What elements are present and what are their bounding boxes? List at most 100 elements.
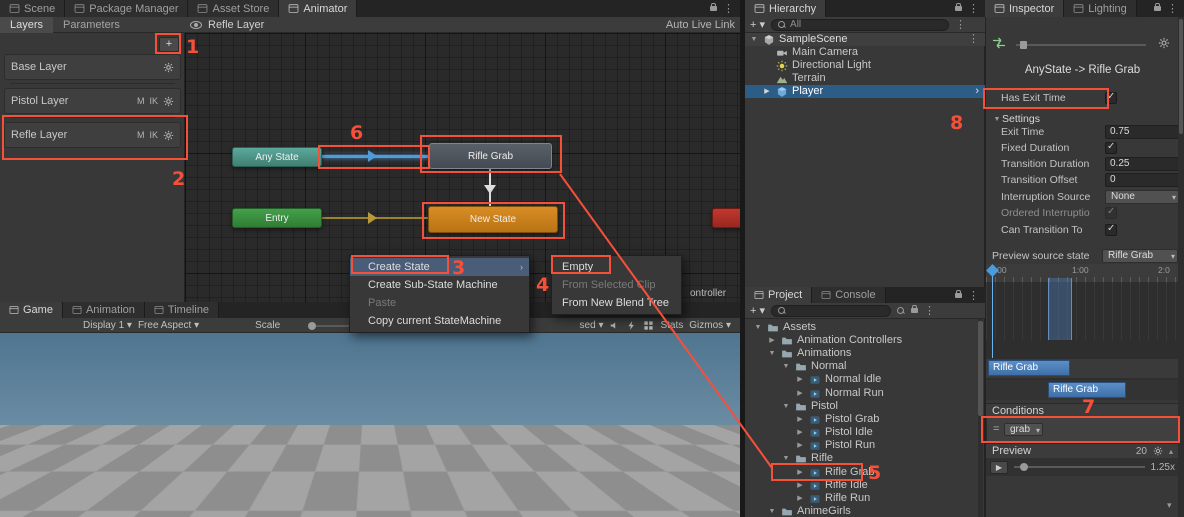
fixed-duration-checkbox[interactable] xyxy=(1105,142,1117,154)
play-focused-dropdown[interactable]: sed ▾ xyxy=(580,320,604,331)
lock-icon[interactable] xyxy=(955,6,962,11)
inspector-scrollbar[interactable] xyxy=(1178,17,1184,517)
lock-icon[interactable] xyxy=(1154,6,1161,11)
inspector-scrollbar-thumb[interactable] xyxy=(1179,19,1183,134)
preview-source-dropdown[interactable]: Rifle Grab xyxy=(1102,249,1178,263)
project-item-animations[interactable]: ▼Animations xyxy=(767,347,851,360)
gear-icon[interactable] xyxy=(163,130,174,141)
transition-duration-field[interactable]: 0.25 xyxy=(1105,157,1179,171)
grid-icon[interactable] xyxy=(643,320,654,331)
aspect-dropdown[interactable]: Free Aspect ▾ xyxy=(138,320,199,331)
hierarchy-item-terrain[interactable]: Terrain xyxy=(775,72,826,85)
condition-parameter-dropdown[interactable]: grab xyxy=(1004,423,1043,436)
tab-animator[interactable]: Animator xyxy=(279,0,357,17)
tab-game[interactable]: Game xyxy=(0,302,63,318)
tab-hierarchy[interactable]: Hierarchy xyxy=(745,0,826,17)
menu-item-create-state[interactable]: Create State› xyxy=(350,258,529,276)
project-item-pistol-run[interactable]: ▶Pistol Run xyxy=(795,439,875,452)
project-item-pistol-grab[interactable]: ▶Pistol Grab xyxy=(795,413,879,426)
kebab-menu-icon[interactable]: ⋮ xyxy=(1167,2,1178,15)
expander-icon[interactable]: ▶ xyxy=(767,334,777,347)
gizmos-dropdown[interactable]: Gizmos ▾ xyxy=(689,320,731,331)
tab-package-manager[interactable]: Package Manager xyxy=(65,0,188,17)
hierarchy-item-main-camera[interactable]: Main Camera xyxy=(775,46,858,59)
expander-icon[interactable]: ▼ xyxy=(767,347,777,360)
ik-toggle[interactable]: IK xyxy=(149,96,158,106)
tab-inspector[interactable]: Inspector xyxy=(985,0,1064,17)
project-item-rifle-idle[interactable]: ▶Rifle Idle xyxy=(795,479,868,492)
project-item-animegirls[interactable]: ▼AnimeGirls xyxy=(767,505,851,517)
hierarchy-options-icon[interactable]: ⋮ xyxy=(955,18,966,31)
expander-icon[interactable]: ▼ xyxy=(767,505,777,517)
stats-button[interactable]: Stats xyxy=(660,320,683,331)
menu-item-create-substate-machine[interactable]: Create Sub-State Machine xyxy=(350,276,529,294)
preview-speed-slider[interactable] xyxy=(1014,466,1145,468)
tab-console[interactable]: Console xyxy=(812,287,885,303)
project-item-pistol[interactable]: ▼Pistol xyxy=(781,400,838,413)
project-item-assets[interactable]: ▼Assets xyxy=(753,321,816,334)
scale-slider-thumb[interactable] xyxy=(308,322,316,330)
kebab-menu-icon[interactable]: ⋮ xyxy=(723,2,734,15)
add-object-dropdown[interactable]: + ▾ xyxy=(750,18,765,31)
expander-icon[interactable]: ▼ xyxy=(781,360,791,373)
open-prefab-icon[interactable]: › xyxy=(975,85,985,98)
motion-bar[interactable]: Rifle Grab xyxy=(1048,382,1126,398)
tab-timeline[interactable]: Timeline xyxy=(145,302,219,318)
project-scrollbar-thumb[interactable] xyxy=(978,321,983,416)
display-dropdown[interactable]: Display 1 ▾ xyxy=(83,320,132,331)
search-by-type-icon[interactable] xyxy=(897,307,905,315)
project-item-rifle-run[interactable]: ▶Rifle Run xyxy=(795,492,870,505)
preview-header[interactable]: Preview 20 ▴ xyxy=(986,443,1179,458)
transition-offset-field[interactable]: 0 xyxy=(1105,173,1179,187)
hierarchy-item-directional-light[interactable]: Directional Light xyxy=(775,59,871,72)
hierarchy-search-input[interactable]: All xyxy=(771,19,949,31)
tab-asset-store[interactable]: Asset Store xyxy=(188,0,279,17)
kebab-menu-icon[interactable]: ⋮ xyxy=(968,289,979,302)
playhead[interactable] xyxy=(992,268,993,358)
kebab-menu-icon[interactable]: ⋮ xyxy=(968,2,979,15)
gear-icon[interactable] xyxy=(163,62,174,73)
submenu-item-empty[interactable]: Empty xyxy=(552,258,681,276)
lock-icon[interactable] xyxy=(955,293,962,298)
mask-toggle[interactable]: M xyxy=(137,96,145,106)
slider-thumb[interactable] xyxy=(1020,463,1028,471)
menu-item-copy-statemachine[interactable]: Copy current StateMachine xyxy=(350,312,529,330)
drag-handle-icon[interactable]: = xyxy=(993,423,999,435)
has-exit-time-checkbox[interactable] xyxy=(1105,92,1117,104)
project-item-normal[interactable]: ▼Normal xyxy=(781,360,846,373)
project-item-pistol-idle[interactable]: ▶Pistol Idle xyxy=(795,426,873,439)
expander-icon[interactable]: ▶ xyxy=(795,413,805,426)
scroll-more-icon[interactable]: ▾ xyxy=(1167,500,1172,511)
node-exit[interactable] xyxy=(712,208,740,228)
tab-project[interactable]: Project xyxy=(745,287,812,303)
transition-name-slider-thumb[interactable] xyxy=(1020,41,1027,49)
menu-item-paste[interactable]: Paste xyxy=(350,294,529,312)
project-item-animation-controllers[interactable]: ▶Animation Controllers xyxy=(767,334,902,347)
gear-icon[interactable] xyxy=(1153,446,1163,456)
expander-icon[interactable]: ▶ xyxy=(762,85,772,98)
project-item-rifle[interactable]: ▼Rifle xyxy=(781,452,833,465)
transition-name-slider[interactable] xyxy=(1016,44,1146,46)
eye-icon[interactable] xyxy=(190,21,202,29)
expander-icon[interactable]: ▶ xyxy=(795,426,805,439)
play-button[interactable]: ▶ xyxy=(990,461,1008,474)
interruption-source-dropdown[interactable]: None xyxy=(1105,190,1179,204)
auto-live-link-button[interactable]: Auto Live Link xyxy=(666,19,735,31)
expander-icon[interactable]: ▶ xyxy=(795,373,805,386)
vsync-icon[interactable] xyxy=(626,320,637,331)
layers-subtab[interactable]: Layers xyxy=(0,17,53,33)
game-viewport[interactable] xyxy=(0,333,740,517)
layer-row-base[interactable]: Base Layer xyxy=(4,54,181,80)
motion-bar[interactable]: Rifle Grab xyxy=(988,360,1070,376)
transition-region[interactable] xyxy=(1048,278,1072,340)
expander-icon[interactable]: ▶ xyxy=(795,466,805,479)
project-scrollbar[interactable] xyxy=(978,319,983,517)
node-entry[interactable]: Entry xyxy=(232,208,322,228)
layer-row-pistol[interactable]: Pistol Layer M IK xyxy=(4,88,181,114)
lock-icon[interactable] xyxy=(911,308,918,313)
hierarchy-item-player[interactable]: ▶ Player › xyxy=(745,85,985,98)
add-asset-dropdown[interactable]: + ▾ xyxy=(750,304,765,317)
project-item-normal-idle[interactable]: ▶Normal Idle xyxy=(795,373,881,386)
expander-icon[interactable]: ▶ xyxy=(795,479,805,492)
expander-icon[interactable]: ▶ xyxy=(795,439,805,452)
